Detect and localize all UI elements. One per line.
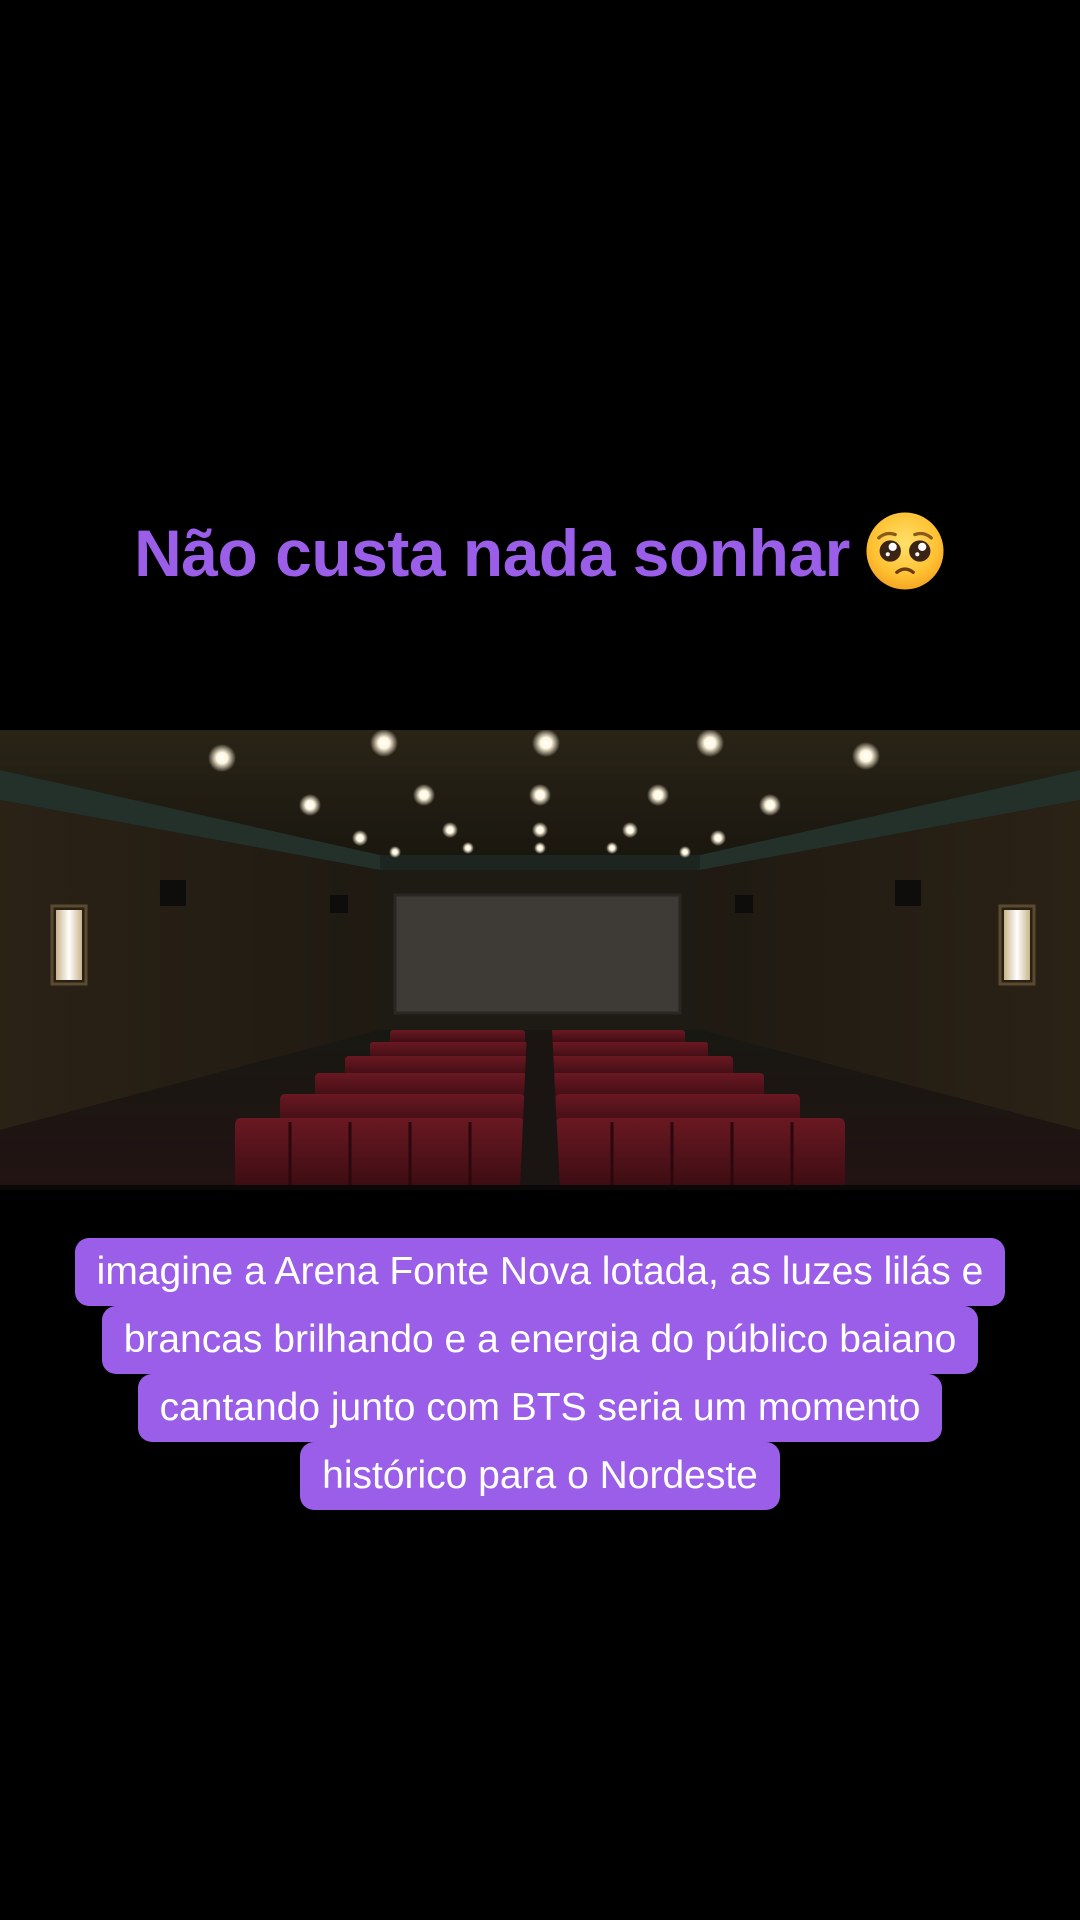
overlay-title: Não custa nada sonhar: [0, 508, 1080, 598]
cinema-auditorium-image: [0, 730, 1080, 1190]
caption-line: histórico para o Nordeste: [300, 1442, 780, 1510]
caption-line: imagine a Arena Fonte Nova lotada, as lu…: [74, 1238, 1006, 1306]
caption-line: cantando junto com BTS seria um momento: [137, 1374, 943, 1442]
pleading-face-icon: [866, 512, 944, 590]
caption-line: brancas brilhando e a energia do público…: [101, 1306, 979, 1374]
overlay-caption: imagine a Arena Fonte Nova lotada, as lu…: [0, 1238, 1080, 1510]
overlay-title-text: Não custa nada sonhar: [134, 516, 850, 590]
